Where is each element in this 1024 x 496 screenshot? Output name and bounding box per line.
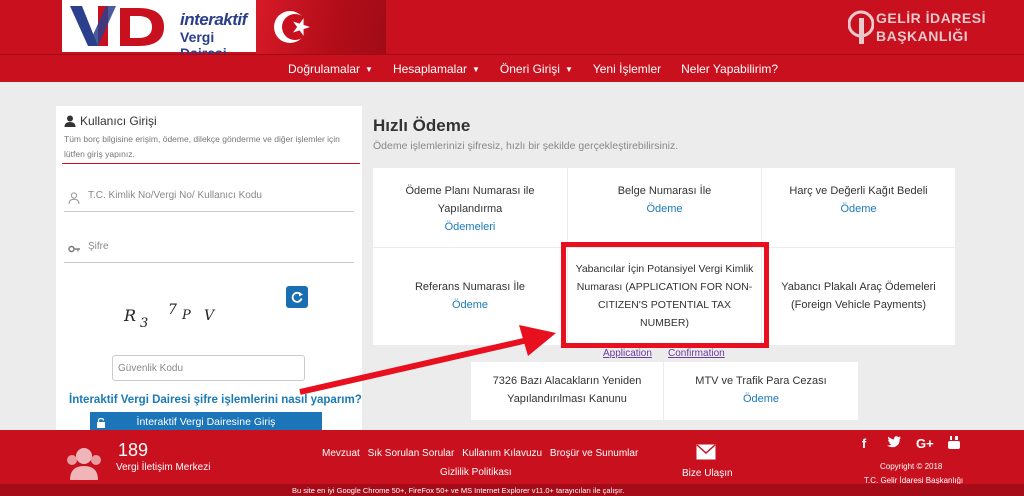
mail-icon[interactable] [696, 444, 716, 460]
call-center-icon [67, 448, 101, 480]
call-center-number[interactable]: 189 [118, 440, 148, 461]
browser-note: Bu site en iyi Google Chrome 50+, FireFo… [292, 486, 625, 495]
footer-link-kilavuz[interactable]: Kullanım Kılavuzu [462, 448, 542, 459]
social-icons: f G+ [856, 436, 976, 452]
contact-link[interactable]: Bize Ulaşın [682, 468, 733, 479]
annotation-arrow-icon [299, 325, 556, 395]
twitter-icon[interactable] [886, 436, 902, 452]
footer-link-mevzuat[interactable]: Mevzuat [322, 448, 360, 459]
youtube-icon[interactable] [946, 436, 962, 452]
google-plus-icon[interactable]: G+ [916, 436, 934, 452]
facebook-icon[interactable]: f [856, 436, 872, 452]
call-center-label: Vergi İletişim Merkezi [116, 462, 211, 473]
footer-link-sss[interactable]: Sık Sorulan Sorular [368, 448, 455, 459]
footer-link-gizlilik[interactable]: Gizlilik Politikası [440, 467, 512, 478]
footer-link-brosur[interactable]: Broşür ve Sunumlar [550, 448, 638, 459]
copyright-text: Copyright © 2018 [880, 462, 943, 471]
footer-links: Mevzuat Sık Sorulan Sorular Kullanım Kıl… [322, 448, 643, 459]
